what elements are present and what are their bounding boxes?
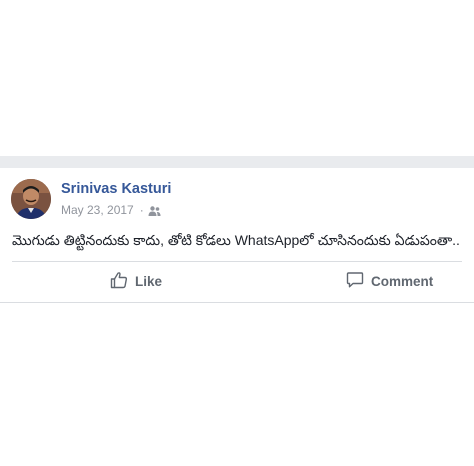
- post-meta: May 23, 2017 ·: [61, 203, 161, 217]
- comment-label: Comment: [371, 273, 434, 289]
- speech-bubble-icon: [346, 271, 371, 292]
- feed-separator: [0, 156, 474, 168]
- post-text: మొగుడు తిట్టినందుకు కాదు, తోటి కోడలు Wha…: [12, 232, 460, 248]
- post-date[interactable]: May 23, 2017: [61, 203, 134, 217]
- avatar[interactable]: [11, 179, 51, 219]
- comment-button[interactable]: Comment: [346, 262, 433, 300]
- like-label: Like: [135, 273, 163, 289]
- thumbs-up-icon: [110, 271, 135, 292]
- author-name[interactable]: Srinivas Kasturi: [61, 181, 171, 197]
- friends-icon[interactable]: [148, 205, 161, 216]
- post-bottom-border: [0, 302, 474, 303]
- page: Srinivas Kasturi May 23, 2017 · మొగుడు త…: [0, 0, 474, 466]
- meta-separator: ·: [139, 203, 144, 217]
- post-actions: Like Comment: [12, 262, 462, 300]
- like-button[interactable]: Like: [110, 262, 162, 300]
